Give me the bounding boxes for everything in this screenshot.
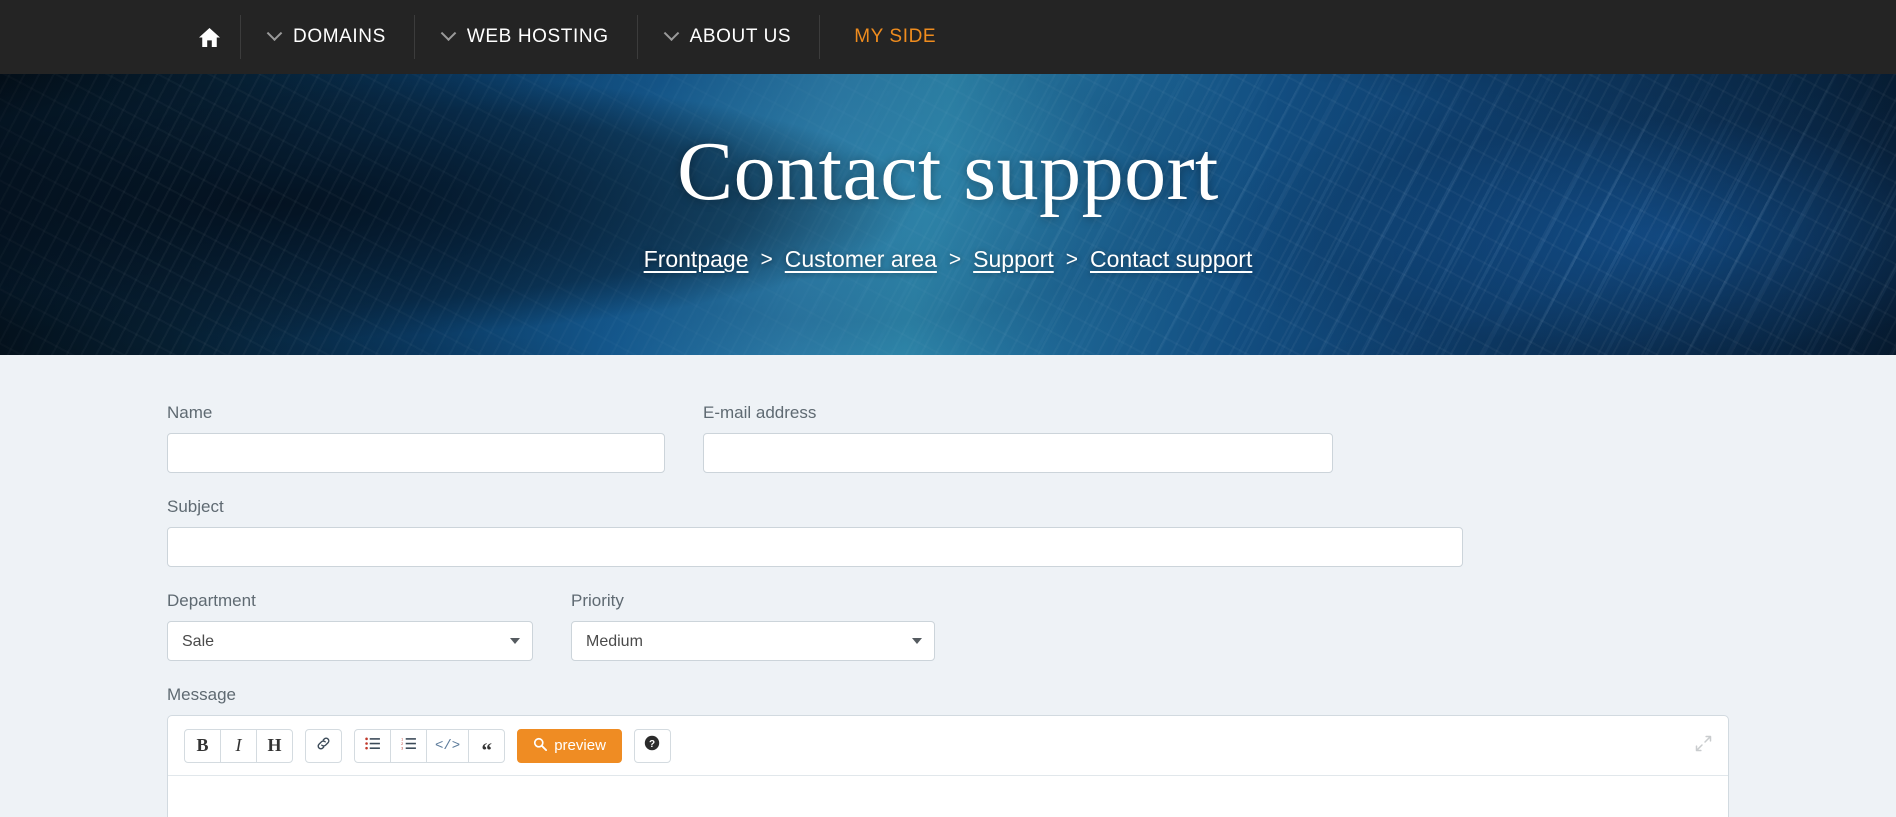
search-icon <box>533 737 548 755</box>
email-field-group: E-mail address <box>703 403 1333 473</box>
quote-icon: “ <box>481 737 492 762</box>
page-body: Name E-mail address Subject Department S… <box>0 355 1896 817</box>
message-label: Message <box>167 685 236 704</box>
name-field-group: Name <box>167 403 665 473</box>
breadcrumb-item-frontpage[interactable]: Frontpage <box>644 246 749 273</box>
email-label: E-mail address <box>703 403 817 422</box>
breadcrumb-item-customer-area[interactable]: Customer area <box>785 246 937 273</box>
breadcrumb-item-support[interactable]: Support <box>973 246 1054 273</box>
text-style-group: B I H <box>184 728 293 763</box>
quote-button[interactable]: “ <box>468 728 506 763</box>
nav-home-button[interactable] <box>178 0 240 74</box>
link-group <box>305 728 342 763</box>
svg-text:?: ? <box>649 739 655 750</box>
name-label: Name <box>167 403 213 422</box>
expand-icon[interactable] <box>1695 735 1712 757</box>
name-email-row: Name E-mail address <box>167 403 1729 473</box>
nav-item-label: WEB HOSTING <box>466 26 609 47</box>
svg-text:3: 3 <box>401 746 403 750</box>
nav-item-about-us[interactable]: ABOUT US <box>638 0 820 74</box>
nav-item-domains[interactable]: DOMAINS <box>241 0 414 74</box>
breadcrumb: Frontpage > Customer area > Support > Co… <box>644 246 1253 273</box>
bold-button[interactable]: B <box>184 728 221 763</box>
department-select[interactable]: Sale <box>167 621 533 661</box>
block-style-group: 1 2 3 </> “ <box>354 728 506 763</box>
markdown-editor: B I H 1 2 3 </> “ preview ? <box>167 715 1729 817</box>
breadcrumb-separator: > <box>760 247 773 271</box>
priority-label: Priority <box>571 591 624 610</box>
ordered-list-button[interactable]: 1 2 3 <box>390 728 427 763</box>
chevron-down-icon <box>440 24 457 41</box>
svg-text:1: 1 <box>401 737 403 741</box>
chevron-down-icon <box>266 24 283 41</box>
nav-item-label: ABOUT US <box>689 26 792 47</box>
help-group: ? <box>633 728 671 763</box>
preview-button-label: preview <box>554 737 606 754</box>
department-label: Department <box>167 591 256 610</box>
help-button[interactable]: ? <box>633 728 671 763</box>
nav-item-label: MY SIDE <box>854 26 937 47</box>
nav-item-label: DOMAINS <box>293 26 386 47</box>
question-circle-icon: ? <box>644 735 660 756</box>
support-form: Name E-mail address Subject Department S… <box>167 355 1729 817</box>
code-button[interactable]: </> <box>426 728 470 763</box>
editor-toolbar: B I H 1 2 3 </> “ preview ? <box>168 716 1728 776</box>
hero-banner: Contact support Frontpage > Customer are… <box>0 74 1896 355</box>
chevron-down-icon <box>663 24 679 41</box>
subject-label: Subject <box>167 497 224 516</box>
italic-button[interactable]: I <box>220 728 257 763</box>
link-icon <box>316 736 331 756</box>
department-field-group: Department Sale <box>167 591 533 661</box>
preview-button[interactable]: preview <box>517 728 622 763</box>
page-title: Contact support <box>677 125 1219 218</box>
breadcrumb-separator: > <box>948 247 962 271</box>
nav-item-web-hosting[interactable]: WEB HOSTING <box>415 0 637 74</box>
subject-input[interactable] <box>167 527 1463 567</box>
name-input[interactable] <box>167 433 665 473</box>
department-priority-row: Department Sale Priority Medium <box>167 591 1729 661</box>
priority-select[interactable]: Medium <box>571 621 935 661</box>
message-field-group: Message B I H 1 2 3 </> “ preview ? <box>167 685 1729 817</box>
bullet-list-icon <box>365 737 380 755</box>
link-button[interactable] <box>305 728 342 763</box>
top-navbar: DOMAINS WEB HOSTING ABOUT US MY SIDE <box>0 0 1896 74</box>
numbered-list-icon: 1 2 3 <box>401 737 416 755</box>
priority-field-group: Priority Medium <box>571 591 935 661</box>
email-input[interactable] <box>703 433 1333 473</box>
svg-text:2: 2 <box>401 741 403 745</box>
breadcrumb-separator: > <box>1065 247 1078 271</box>
message-textarea[interactable] <box>168 776 1728 817</box>
unordered-list-button[interactable] <box>354 728 391 763</box>
nav-item-my-side[interactable]: MY SIDE <box>820 0 964 74</box>
subject-field-group: Subject <box>167 497 1729 567</box>
heading-button[interactable]: H <box>256 728 293 763</box>
breadcrumb-item-contact-support[interactable]: Contact support <box>1090 246 1252 273</box>
home-icon <box>198 27 221 48</box>
